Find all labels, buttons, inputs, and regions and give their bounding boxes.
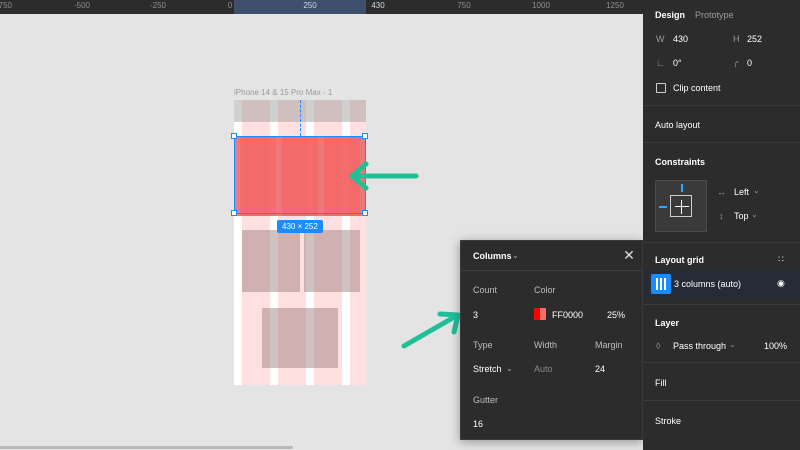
margin-label: Margin bbox=[595, 340, 623, 350]
resize-handle-top-right[interactable] bbox=[362, 133, 368, 139]
color-hex-input[interactable]: FF0000 bbox=[552, 310, 583, 320]
color-opacity-input[interactable]: 25% bbox=[607, 310, 625, 320]
divider bbox=[643, 362, 800, 363]
resize-handle-bottom-left[interactable] bbox=[231, 210, 237, 216]
constraint-top-line[interactable] bbox=[681, 184, 683, 192]
width-field-label: W bbox=[656, 34, 665, 44]
divider bbox=[643, 105, 800, 106]
chevron-down-icon[interactable]: ⌄ bbox=[512, 251, 519, 260]
top-ruler: -750 -500 -250 0 250 430 750 1000 1250 bbox=[0, 0, 643, 14]
resize-handle-bottom-right[interactable] bbox=[362, 210, 368, 216]
rotation-icon: ∟ bbox=[656, 58, 665, 68]
card-rectangle-right[interactable] bbox=[304, 230, 360, 292]
columns-popover: Columns ⌄ ✕ Count 3 Color FF0000 25% Typ… bbox=[460, 240, 644, 440]
chevron-down-icon[interactable]: ⌄ bbox=[506, 364, 513, 373]
clip-content-checkbox[interactable] bbox=[656, 83, 666, 93]
layout-grid-item[interactable]: 3 columns (auto) ◉ bbox=[643, 270, 800, 298]
layout-grid-header: Layout grid bbox=[655, 255, 704, 265]
layer-header: Layer bbox=[655, 318, 680, 328]
ruler-selection-highlight bbox=[234, 0, 366, 14]
clip-content-label: Clip content bbox=[673, 83, 721, 93]
fill-header[interactable]: Fill bbox=[655, 378, 667, 388]
tab-prototype[interactable]: Prototype bbox=[695, 10, 734, 20]
size-badge: 430 × 252 bbox=[277, 220, 323, 233]
plus-icon bbox=[681, 200, 682, 214]
corner-radius-field[interactable]: 0 bbox=[747, 58, 752, 68]
tab-design[interactable]: Design bbox=[655, 10, 685, 20]
chevron-down-icon[interactable]: ⌄ bbox=[751, 210, 758, 219]
ruler-tick: -250 bbox=[149, 1, 167, 10]
corner-radius-icon: ╭ bbox=[733, 57, 739, 67]
divider bbox=[643, 400, 800, 401]
width-input[interactable]: Auto bbox=[534, 364, 553, 374]
type-label: Type bbox=[473, 340, 493, 350]
divider bbox=[643, 142, 800, 143]
properties-panel: Design Prototype W 430 H 252 ∟ 0° ╭ 0 Cl… bbox=[643, 0, 800, 450]
card-rectangle-bottom[interactable] bbox=[262, 308, 338, 368]
annotation-arrow-left-icon bbox=[349, 161, 419, 191]
ruler-tick: 250 bbox=[303, 1, 317, 10]
width-label: Width bbox=[534, 340, 558, 350]
ruler-tick: 750 bbox=[457, 1, 471, 10]
popover-header: Columns ⌄ ✕ bbox=[461, 241, 644, 271]
blend-mode-dropdown[interactable]: Pass through bbox=[673, 341, 726, 351]
constraints-header: Constraints bbox=[655, 157, 706, 167]
ruler-tick: 1250 bbox=[606, 1, 624, 10]
frame-label[interactable]: iPhone 14 & 15 Pro Max - 1 bbox=[234, 88, 332, 97]
margin-input[interactable]: 24 bbox=[595, 364, 605, 374]
divider bbox=[643, 242, 800, 243]
eye-icon[interactable]: ◉ bbox=[777, 278, 785, 289]
horizontal-scrollbar[interactable] bbox=[0, 446, 293, 449]
resize-handle-top-left[interactable] bbox=[231, 133, 237, 139]
auto-layout-header[interactable]: Auto layout bbox=[655, 120, 700, 130]
stroke-header[interactable]: Stroke bbox=[655, 416, 681, 426]
vertical-constraint-icon: ↕ bbox=[719, 211, 724, 221]
vertical-constraint-dropdown[interactable]: Top bbox=[734, 211, 749, 221]
layer-opacity-input[interactable]: 100% bbox=[764, 341, 787, 351]
color-label: Color bbox=[534, 285, 556, 295]
column-grid-icon[interactable] bbox=[651, 274, 671, 294]
horizontal-constraint-dropdown[interactable]: Left bbox=[734, 187, 749, 197]
spacing-guide bbox=[300, 100, 301, 136]
chevron-down-icon[interactable]: ⌄ bbox=[729, 340, 736, 349]
grid-type-dropdown[interactable]: Columns bbox=[473, 251, 512, 261]
height-field[interactable]: 252 bbox=[747, 34, 762, 44]
height-field-label: H bbox=[733, 34, 740, 44]
gutter-input[interactable]: 16 bbox=[473, 419, 483, 429]
rotation-field[interactable]: 0° bbox=[673, 58, 682, 68]
color-swatch[interactable] bbox=[534, 308, 546, 320]
ruler-tick: 1000 bbox=[532, 1, 550, 10]
annotation-arrow-up-right-icon bbox=[401, 311, 461, 349]
ruler-tick: 430 bbox=[371, 1, 385, 10]
width-field[interactable]: 430 bbox=[673, 34, 688, 44]
ruler-tick: -500 bbox=[73, 1, 91, 10]
count-label: Count bbox=[473, 285, 498, 295]
type-dropdown[interactable]: Stretch bbox=[473, 364, 502, 374]
ruler-tick: -750 bbox=[0, 1, 13, 10]
grid-styles-icon[interactable]: ∷ bbox=[778, 254, 784, 265]
divider bbox=[643, 304, 800, 305]
constraints-widget[interactable] bbox=[655, 180, 707, 232]
gutter-label: Gutter bbox=[473, 395, 499, 405]
count-input[interactable]: 3 bbox=[473, 310, 478, 320]
constraint-left-line[interactable] bbox=[659, 206, 667, 208]
ruler-tick: 0 bbox=[227, 1, 233, 10]
blend-mode-icon: ◊ bbox=[656, 341, 661, 351]
close-icon[interactable]: ✕ bbox=[621, 247, 637, 263]
horizontal-constraint-icon: ↔ bbox=[717, 187, 726, 197]
card-rectangle-left[interactable] bbox=[242, 230, 300, 292]
plus-icon bbox=[675, 206, 689, 207]
layout-grid-label: 3 columns (auto) bbox=[674, 279, 742, 289]
chevron-down-icon[interactable]: ⌄ bbox=[753, 186, 760, 195]
